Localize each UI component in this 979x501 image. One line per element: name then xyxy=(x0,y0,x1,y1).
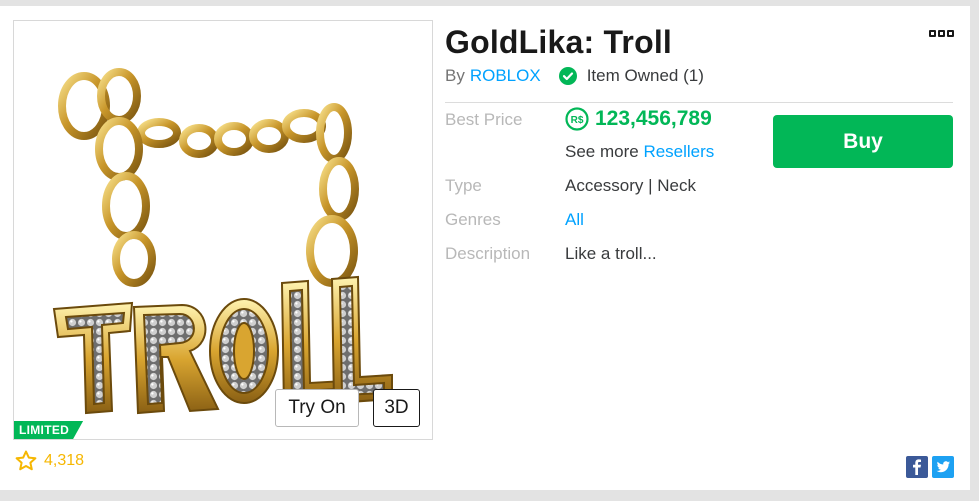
see-more-text: See more xyxy=(565,142,639,161)
description-value: Like a troll... xyxy=(565,244,657,263)
divider xyxy=(445,102,953,103)
try-on-button[interactable]: Try On xyxy=(275,389,359,427)
price-value: 123,456,789 xyxy=(595,107,712,130)
type-label: Type xyxy=(445,176,482,195)
twitter-icon[interactable] xyxy=(932,456,954,478)
item-image xyxy=(52,68,393,415)
svg-text:R$: R$ xyxy=(571,115,584,126)
resellers-link[interactable]: Resellers xyxy=(643,142,714,161)
more-options-icon[interactable] xyxy=(929,30,955,42)
genre-link[interactable]: All xyxy=(565,210,584,230)
star-icon xyxy=(15,450,37,471)
item-owned-status: Item Owned (1) xyxy=(558,66,704,86)
facebook-icon[interactable] xyxy=(906,456,928,478)
3d-view-button[interactable]: 3D xyxy=(373,389,420,427)
buy-button[interactable]: Buy xyxy=(773,115,953,168)
limited-badge: LIMITED xyxy=(14,421,83,439)
verified-check-icon xyxy=(558,67,577,85)
genres-label: Genres xyxy=(445,210,501,229)
item-thumbnail: LIMITED Try On 3D xyxy=(13,20,433,440)
description-label: Description xyxy=(445,244,531,263)
price: R$ 123,456,789 xyxy=(565,107,712,131)
item-details-panel: LIMITED Try On 3D 4,318 GoldLika: Troll … xyxy=(0,6,970,490)
favorite-button[interactable]: 4,318 xyxy=(14,449,84,473)
item-byline: By ROBLOX Item Owned (1) xyxy=(445,64,704,88)
best-price-label: Best Price xyxy=(445,110,523,129)
item-title: GoldLika: Troll xyxy=(445,24,673,60)
robux-icon: R$ xyxy=(565,107,589,131)
see-more-resellers: See more Resellers xyxy=(565,142,714,162)
favorite-count: 4,318 xyxy=(44,452,85,469)
creator-link[interactable]: ROBLOX xyxy=(470,66,541,86)
by-label: By xyxy=(445,66,465,85)
item-owned-text: Item Owned (1) xyxy=(586,66,704,85)
type-value: Accessory | Neck xyxy=(565,176,697,195)
